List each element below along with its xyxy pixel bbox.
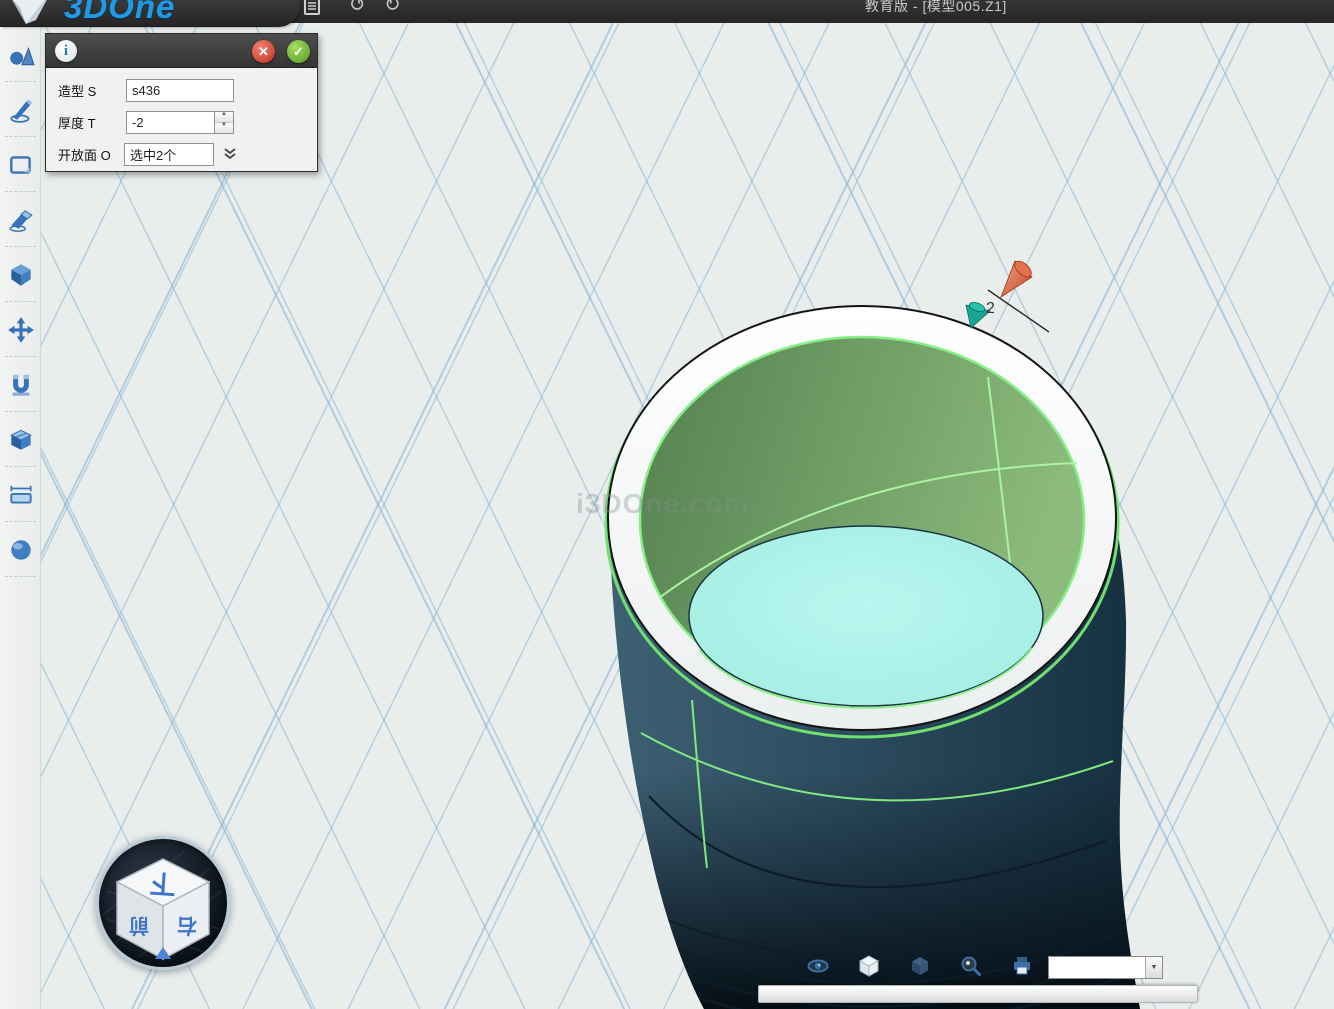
window-title: 教育版 - [模型005.Z1] <box>865 0 1007 16</box>
logo-tab: 3DOne <box>0 0 300 27</box>
eye-icon[interactable] <box>806 954 830 978</box>
sphere-icon[interactable] <box>0 522 41 577</box>
shape-field-input[interactable] <box>126 79 234 102</box>
shaded-cube-icon[interactable] <box>908 954 932 978</box>
info-icon[interactable]: i <box>55 40 77 62</box>
thickness-field-input[interactable] <box>126 111 214 134</box>
field-row-open-faces: 开放面 O <box>58 142 309 166</box>
app-logo-icon <box>6 0 58 27</box>
magnet-icon[interactable] <box>0 357 41 412</box>
shell-dialog: i ✕ ✓ 造型 S 厚度 T ▲ ▼ 开放面 O <box>45 33 318 172</box>
view-cube-face-bottom[interactable]: 下 <box>149 868 177 900</box>
chevron-double-down-icon[interactable] <box>220 144 240 164</box>
confirm-button[interactable]: ✓ <box>287 40 310 63</box>
shapes-icon[interactable] <box>0 27 41 82</box>
view-cube-solid[interactable]: 下 前 右 <box>117 859 209 959</box>
combobox-dropdown-button[interactable]: ▼ <box>1145 957 1162 978</box>
sketch-pen-icon[interactable] <box>0 82 41 137</box>
spinner-up-button[interactable]: ▲ <box>215 112 233 122</box>
trim-icon[interactable] <box>0 192 41 247</box>
model-floor-face[interactable] <box>689 526 1043 706</box>
view-cube-face-right[interactable]: 右 <box>177 914 197 938</box>
view-preset-combobox[interactable]: ▼ <box>1048 956 1163 979</box>
open-faces-field-label: 开放面 O <box>58 145 118 164</box>
measure-icon[interactable] <box>0 467 41 522</box>
spinner-down-button[interactable]: ▼ <box>215 122 233 133</box>
app-logo-text: 3DOne <box>64 0 175 26</box>
document-icon[interactable] <box>302 0 322 20</box>
shape-field-label: 造型 S <box>58 81 118 100</box>
redo-icon[interactable]: ↺ <box>384 0 401 17</box>
cancel-button[interactable]: ✕ <box>252 40 275 63</box>
watermark-text: i3DOne.com <box>576 488 749 519</box>
thickness-handle[interactable]: 2 <box>966 258 1049 332</box>
wireframe-cube-icon[interactable] <box>857 954 881 978</box>
dialog-header: i ✕ ✓ <box>46 34 317 68</box>
thickness-spinner: ▲ ▼ <box>214 111 234 134</box>
surface-icon[interactable] <box>0 137 41 192</box>
dialog-body: 造型 S 厚度 T ▲ ▼ 开放面 O <box>46 68 317 166</box>
dimension-value-label: 2 <box>986 300 995 317</box>
combine-icon[interactable] <box>0 412 41 467</box>
move-icon[interactable] <box>0 302 41 357</box>
view-cube-face-front[interactable]: 前 <box>129 914 149 938</box>
app-window: i3DOne.com 2 ↺ ↺ 教育版 - [模型005.Z1] <box>0 0 1334 1009</box>
cube-icon[interactable] <box>0 247 41 302</box>
combobox-value <box>1049 957 1145 978</box>
bottom-dock-strip[interactable] <box>758 985 1198 1003</box>
zoom-icon[interactable] <box>959 954 983 978</box>
bottom-toolbar <box>806 954 1034 978</box>
dimension-line <box>988 290 1049 332</box>
open-faces-field-input[interactable] <box>124 143 214 166</box>
left-toolbar <box>0 27 41 1009</box>
view-cube[interactable]: 下 前 右 <box>96 836 230 970</box>
field-row-shape: 造型 S <box>58 78 309 102</box>
undo-icon[interactable]: ↺ <box>349 0 366 17</box>
field-row-thickness: 厚度 T ▲ ▼ <box>58 110 309 134</box>
handle-arrow-red[interactable] <box>1001 258 1034 297</box>
print-icon[interactable] <box>1010 954 1034 978</box>
thickness-field-label: 厚度 T <box>58 113 118 132</box>
